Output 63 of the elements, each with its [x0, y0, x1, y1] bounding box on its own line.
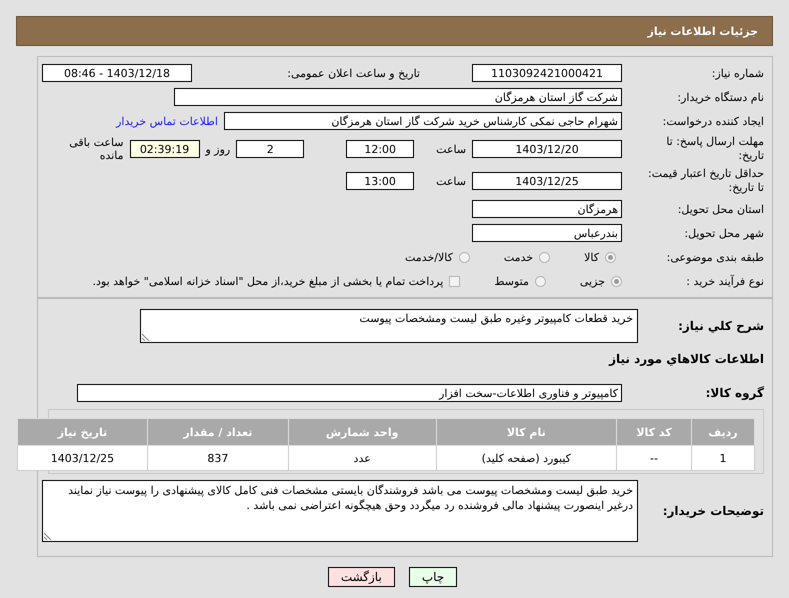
radio-label: جزیی — [580, 274, 605, 288]
need-number-field: 1103092421000421 — [472, 64, 622, 82]
description-field: خرید قطعات کامپیوتر وغیره طبق لیست ومشخصات پیوست — [140, 309, 638, 343]
buyer-contact-link[interactable]: اطلاعات تماس خریدار — [116, 114, 218, 128]
column-header: ردیف — [691, 418, 754, 446]
checkbox-label: پرداخت تمام یا بخشی از مبلغ خرید،از محل "اسناد خزانه اسلامی" خواهد بود. — [92, 274, 444, 288]
section-heading: اطلاعات کالاهاي مورد نياز — [609, 352, 764, 366]
field-label: استان محل تحویل: — [676, 202, 764, 216]
province-field: هرمزگان — [472, 200, 622, 218]
radio-label: کالا — [584, 250, 599, 264]
buyer-notes-field: خرید طبق لیست ومشخصات پیوست می باشد فروشندگان بایستی مشخصات فنی کامل کالای پیشنهادی را پیوست نیاز نمایند درغیر اینصورت پیشنهاد مالی فروشنده رد میگردد وحق هیچگونه اعتراضی نمی باشد . — [42, 480, 638, 542]
validity-time-field: 13:00 — [346, 172, 414, 190]
table-cell: 1403/12/25 — [18, 446, 148, 470]
column-header: تعداد / مقدار — [147, 418, 288, 446]
field-label: روز و — [206, 142, 230, 156]
table-cell: 1 — [691, 446, 754, 470]
field-label: مهلت ارسال پاسخ: تا تاریخ: — [665, 135, 764, 163]
radio-label: متوسط — [494, 274, 529, 288]
table-cell: 837 — [147, 446, 288, 470]
radio-button[interactable] — [534, 276, 546, 286]
radio-button[interactable] — [611, 276, 622, 286]
table-cell: کیبورد (صفحه کلید) — [436, 446, 617, 470]
radio-button[interactable] — [539, 252, 550, 262]
city-field: بندرعباس — [472, 224, 622, 242]
goods-group-field: کامپیوتر و فناوری اطلاعات-سخت افزار — [77, 384, 622, 402]
field-label: ساعت باقی مانده — [68, 136, 124, 162]
deadline-time-field: 12:00 — [346, 140, 414, 158]
field-label: ساعت — [436, 142, 466, 156]
field-label: ایجاد کننده درخواست: — [662, 114, 764, 128]
page-title-bar: جزئیات اطلاعات نیاز — [16, 16, 773, 46]
field-label: تاریخ و ساعت اعلان عمومی: — [287, 66, 420, 80]
resize-grip-icon — [44, 532, 52, 540]
radio-button[interactable] — [605, 252, 616, 262]
field-label: شهر محل تحویل: — [683, 226, 764, 240]
radio-label: کالا/خدمت — [405, 250, 453, 264]
field-label: شماره نیاز: — [710, 66, 764, 80]
days-field: 2 — [236, 140, 304, 158]
field-label: توضیحات خریدار: — [662, 504, 764, 518]
column-header: نام کالا — [436, 418, 617, 446]
field-label: نوع فرآیند خرید : — [685, 274, 764, 288]
column-header: کد کالا — [616, 418, 692, 446]
field-label: گروه کالا: — [704, 386, 764, 400]
print-button[interactable]: چاپ — [408, 567, 458, 587]
column-header: تاریخ نیاز — [18, 418, 148, 446]
validity-date-field: 1403/12/25 — [472, 172, 622, 190]
field-label: حداقل تاریخ اعتبار قیمت: تا تاریخ: — [647, 167, 764, 195]
deadline-date-field: 1403/12/20 — [472, 140, 622, 158]
field-label: طبقه بندی موضوعی: — [666, 250, 764, 264]
announce-date-field: 1403/12/18 - 08:46 — [42, 64, 192, 82]
table-cell: -- — [616, 446, 692, 470]
field-label: ساعت — [436, 174, 466, 188]
field-label: نام دستگاه خریدار: — [676, 90, 764, 104]
checkbox[interactable] — [449, 276, 460, 286]
back-button[interactable]: بازگشت — [328, 567, 395, 587]
buyer-org-field: شرکت گاز استان هرمزگان — [174, 88, 622, 106]
remaining-time-field: 02:39:19 — [130, 140, 200, 158]
field-label: شرح کلي نیاز: — [677, 319, 764, 333]
radio-button[interactable] — [458, 252, 470, 262]
table-cell: عدد — [288, 446, 436, 470]
column-header: واحد شمارش — [288, 418, 436, 446]
requester-field: شهرام حاجی نمکی کارشناس خرید شرکت گاز استان هرمزگان — [224, 112, 622, 130]
resize-grip-icon — [142, 333, 150, 341]
radio-label: خدمت — [504, 250, 534, 264]
